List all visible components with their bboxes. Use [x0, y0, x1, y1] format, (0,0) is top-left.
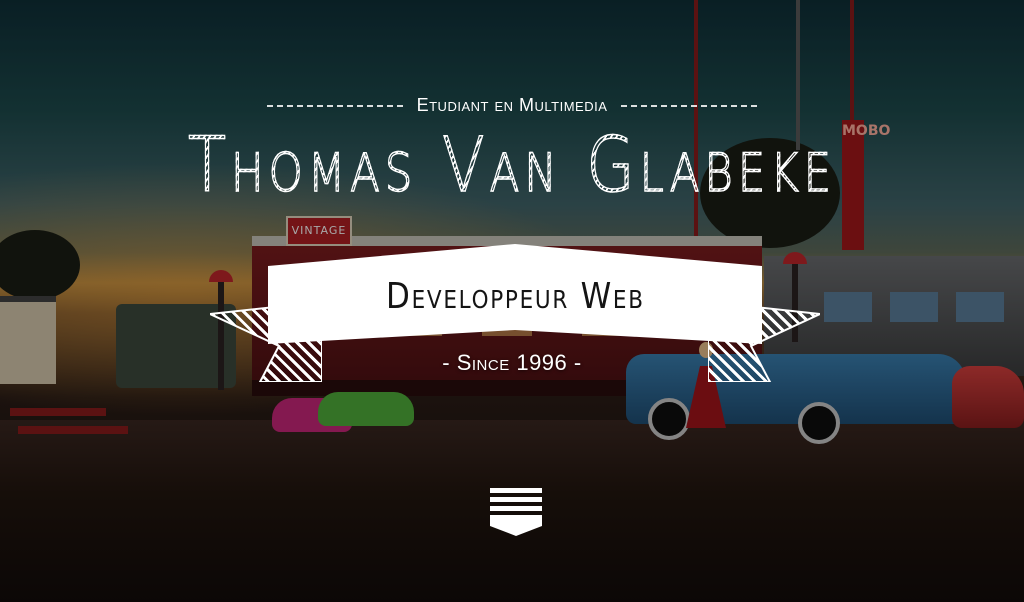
role-text: Developpeur Web [385, 275, 645, 317]
subtitle: Etudiant en Multimedia [416, 95, 608, 115]
role-banner: Developpeur Web [268, 244, 762, 344]
subtitle-divider-right [621, 104, 758, 107]
since-year: - Since 1996 - [442, 350, 582, 375]
scroll-down-button[interactable] [490, 486, 542, 538]
subtitle-row: Etudiant en Multimedia [0, 95, 1024, 116]
chevrons-down-icon [490, 488, 542, 536]
page-title: Thomas Van Glabeke [92, 119, 932, 209]
subtitle-divider-left [266, 104, 403, 107]
